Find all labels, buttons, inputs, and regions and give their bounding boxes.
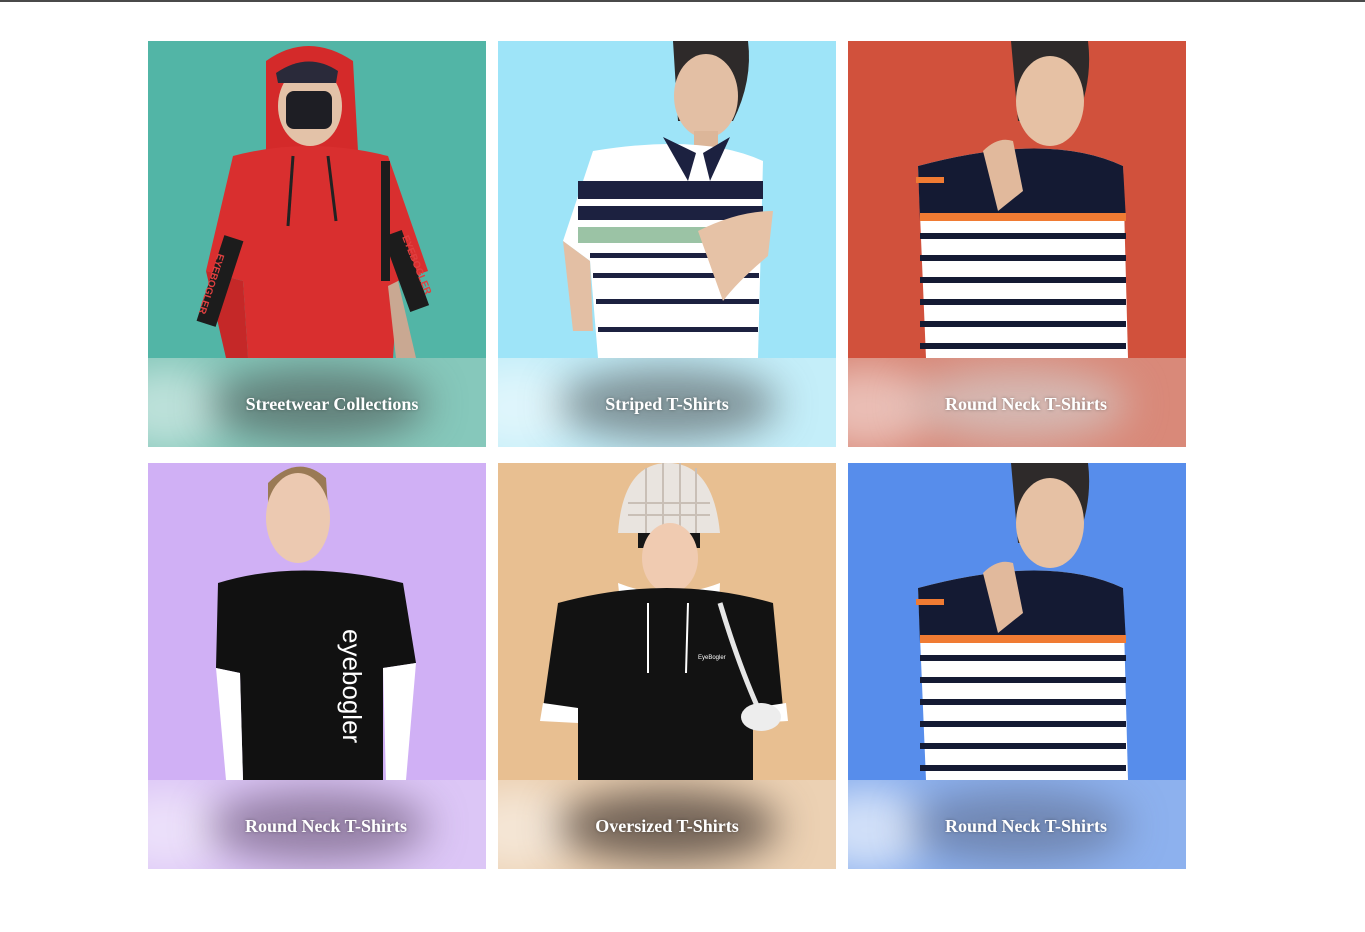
category-title: Streetwear Collections bbox=[245, 394, 419, 414]
category-image-oversized: EyeBogler bbox=[498, 463, 836, 780]
hoodie-print: EyeBogler bbox=[698, 655, 726, 661]
category-label-band: Striped T-Shirts bbox=[498, 358, 836, 447]
category-label-band: Round Neck T-Shirts bbox=[848, 780, 1186, 869]
category-title: Round Neck T-Shirts bbox=[244, 816, 408, 836]
category-title: Round Neck T-Shirts bbox=[944, 816, 1108, 836]
category-card-oversized[interactable]: EyeBogler Oversized T-Shirts bbox=[498, 463, 836, 869]
category-card-striped[interactable]: Striped T-Shirts bbox=[498, 41, 836, 447]
category-image-round-neck-blue bbox=[848, 463, 1186, 780]
category-card-round-neck-blue[interactable]: Round Neck T-Shirts bbox=[848, 463, 1186, 869]
category-title: Oversized T-Shirts bbox=[595, 816, 739, 836]
category-card-round-neck-red[interactable]: Round Neck T-Shirts bbox=[848, 41, 1186, 447]
category-card-streetwear[interactable]: EYEBOGLER EYEBOGLER Streetwear Collectio… bbox=[148, 41, 486, 447]
category-label-band: Round Neck T-Shirts bbox=[148, 780, 486, 869]
category-image-streetwear: EYEBOGLER EYEBOGLER bbox=[148, 41, 486, 358]
category-label-band: Round Neck T-Shirts bbox=[848, 358, 1186, 447]
category-image-striped bbox=[498, 41, 836, 358]
category-title: Round Neck T-Shirts bbox=[944, 394, 1108, 414]
tee-print: eyebogler bbox=[337, 629, 367, 744]
category-image-round-neck-purple: eyebogler bbox=[148, 463, 486, 780]
category-label-band: Oversized T-Shirts bbox=[498, 780, 836, 869]
category-card-round-neck-purple[interactable]: eyebogler Round Neck T-Shirts bbox=[148, 463, 486, 869]
category-title: Striped T-Shirts bbox=[605, 394, 729, 414]
top-divider bbox=[0, 0, 1365, 2]
category-grid: EYEBOGLER EYEBOGLER Streetwear Collectio… bbox=[148, 41, 1186, 869]
category-label-band: Streetwear Collections bbox=[148, 358, 486, 447]
category-image-round-neck-red bbox=[848, 41, 1186, 358]
